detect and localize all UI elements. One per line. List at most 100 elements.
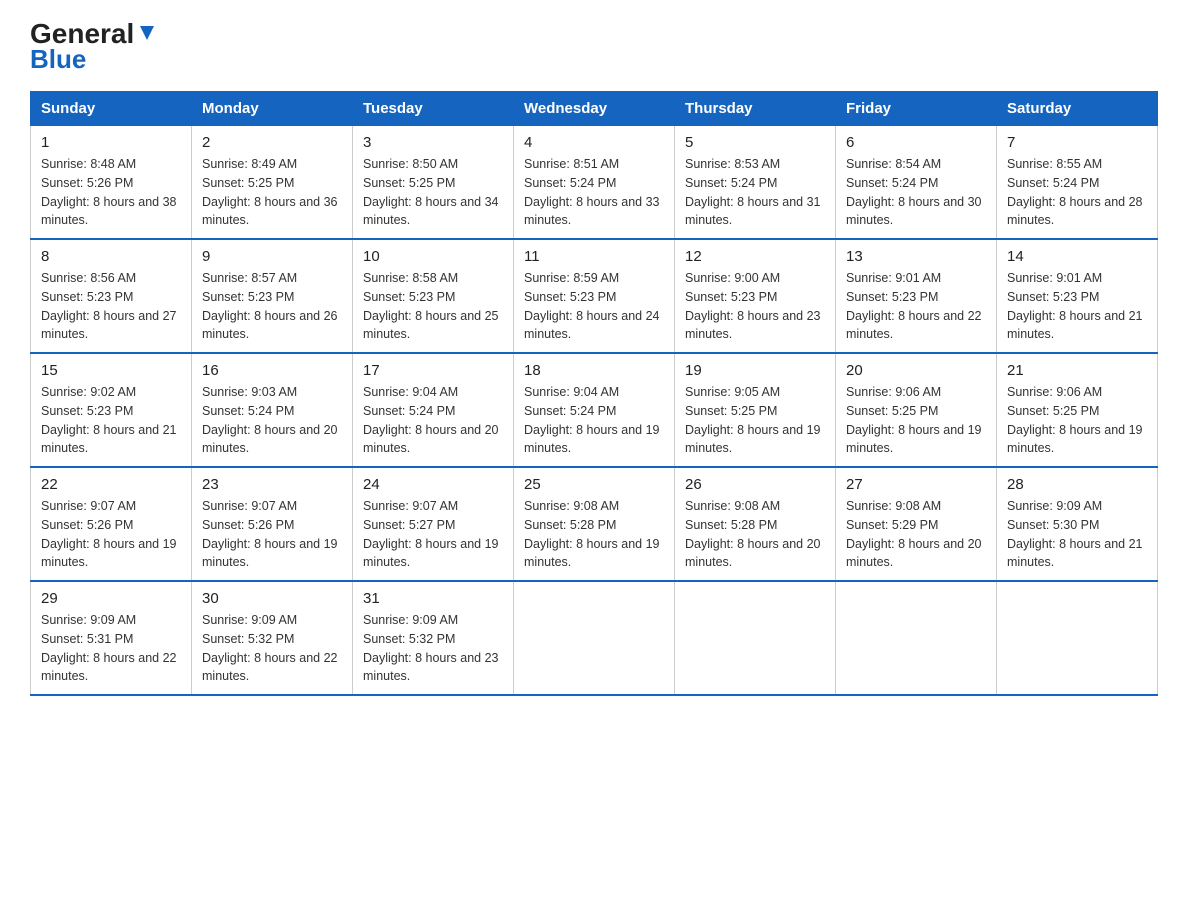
calendar-cell: 22 Sunrise: 9:07 AMSunset: 5:26 PMDayligh… xyxy=(31,467,192,581)
calendar-cell: 12 Sunrise: 9:00 AMSunset: 5:23 PMDayligh… xyxy=(675,239,836,353)
day-number: 28 xyxy=(1007,476,1147,493)
calendar-cell: 25 Sunrise: 9:08 AMSunset: 5:28 PMDayligh… xyxy=(514,467,675,581)
calendar-cell: 16Sunrise: 9:03 AMSunset: 5:24 PMDayligh… xyxy=(192,353,353,467)
day-info: Sunrise: 8:50 AMSunset: 5:25 PMDaylight:… xyxy=(363,155,503,230)
header-wednesday: Wednesday xyxy=(514,92,675,126)
calendar-cell: 23 Sunrise: 9:07 AMSunset: 5:26 PMDayligh… xyxy=(192,467,353,581)
calendar-cell: 19Sunrise: 9:05 AMSunset: 5:25 PMDayligh… xyxy=(675,353,836,467)
calendar-cell: 29 Sunrise: 9:09 AMSunset: 5:31 PMDayligh… xyxy=(31,581,192,695)
day-info: Sunrise: 8:56 AMSunset: 5:23 PMDaylight:… xyxy=(41,269,181,344)
day-info: Sunrise: 9:01 AMSunset: 5:23 PMDaylight:… xyxy=(846,269,986,344)
calendar-header-row: SundayMondayTuesdayWednesdayThursdayFrid… xyxy=(31,92,1158,126)
calendar-cell: 7 Sunrise: 8:55 AMSunset: 5:24 PMDaylight… xyxy=(997,126,1158,240)
day-number: 11 xyxy=(524,248,664,265)
day-number: 16 xyxy=(202,362,342,379)
day-number: 8 xyxy=(41,248,181,265)
calendar-cell: 26Sunrise: 9:08 AMSunset: 5:28 PMDayligh… xyxy=(675,467,836,581)
day-info: Sunrise: 9:04 AMSunset: 5:24 PMDaylight:… xyxy=(524,383,664,458)
day-info: Sunrise: 8:59 AMSunset: 5:23 PMDaylight:… xyxy=(524,269,664,344)
day-number: 25 xyxy=(524,476,664,493)
calendar-week-row: 29 Sunrise: 9:09 AMSunset: 5:31 PMDayligh… xyxy=(31,581,1158,695)
calendar-cell xyxy=(675,581,836,695)
calendar-cell: 15 Sunrise: 9:02 AMSunset: 5:23 PMDayligh… xyxy=(31,353,192,467)
day-info: Sunrise: 9:07 AMSunset: 5:26 PMDaylight:… xyxy=(41,497,181,572)
day-info: Sunrise: 9:06 AMSunset: 5:25 PMDaylight:… xyxy=(846,383,986,458)
calendar-cell: 24 Sunrise: 9:07 AMSunset: 5:27 PMDayligh… xyxy=(353,467,514,581)
day-info: Sunrise: 9:04 AMSunset: 5:24 PMDaylight:… xyxy=(363,383,503,458)
page-header: General Blue xyxy=(30,20,1158,75)
calendar-table: SundayMondayTuesdayWednesdayThursdayFrid… xyxy=(30,91,1158,696)
day-info: Sunrise: 8:55 AMSunset: 5:24 PMDaylight:… xyxy=(1007,155,1147,230)
day-number: 7 xyxy=(1007,134,1147,151)
calendar-cell: 20 Sunrise: 9:06 AMSunset: 5:25 PMDayligh… xyxy=(836,353,997,467)
header-tuesday: Tuesday xyxy=(353,92,514,126)
day-info: Sunrise: 9:08 AMSunset: 5:28 PMDaylight:… xyxy=(685,497,825,572)
calendar-cell: 17Sunrise: 9:04 AMSunset: 5:24 PMDayligh… xyxy=(353,353,514,467)
day-info: Sunrise: 8:58 AMSunset: 5:23 PMDaylight:… xyxy=(363,269,503,344)
day-info: Sunrise: 9:07 AMSunset: 5:26 PMDaylight:… xyxy=(202,497,342,572)
header-monday: Monday xyxy=(192,92,353,126)
calendar-cell: 21 Sunrise: 9:06 AMSunset: 5:25 PMDayligh… xyxy=(997,353,1158,467)
day-info: Sunrise: 8:53 AMSunset: 5:24 PMDaylight:… xyxy=(685,155,825,230)
calendar-cell: 31 Sunrise: 9:09 AMSunset: 5:32 PMDayligh… xyxy=(353,581,514,695)
day-number: 19 xyxy=(685,362,825,379)
day-number: 22 xyxy=(41,476,181,493)
calendar-cell: 28 Sunrise: 9:09 AMSunset: 5:30 PMDayligh… xyxy=(997,467,1158,581)
day-number: 1 xyxy=(41,134,181,151)
day-number: 29 xyxy=(41,590,181,607)
day-info: Sunrise: 9:08 AMSunset: 5:29 PMDaylight:… xyxy=(846,497,986,572)
calendar-cell xyxy=(836,581,997,695)
calendar-cell: 4Sunrise: 8:51 AMSunset: 5:24 PMDaylight… xyxy=(514,126,675,240)
day-number: 20 xyxy=(846,362,986,379)
day-number: 3 xyxy=(363,134,503,151)
calendar-cell: 30 Sunrise: 9:09 AMSunset: 5:32 PMDayligh… xyxy=(192,581,353,695)
calendar-cell: 5 Sunrise: 8:53 AMSunset: 5:24 PMDaylight… xyxy=(675,126,836,240)
day-number: 14 xyxy=(1007,248,1147,265)
logo-arrow-icon xyxy=(136,22,158,44)
calendar-week-row: 22 Sunrise: 9:07 AMSunset: 5:26 PMDayligh… xyxy=(31,467,1158,581)
day-number: 9 xyxy=(202,248,342,265)
calendar-cell: 9 Sunrise: 8:57 AMSunset: 5:23 PMDaylight… xyxy=(192,239,353,353)
day-info: Sunrise: 9:06 AMSunset: 5:25 PMDaylight:… xyxy=(1007,383,1147,458)
day-info: Sunrise: 9:00 AMSunset: 5:23 PMDaylight:… xyxy=(685,269,825,344)
day-number: 30 xyxy=(202,590,342,607)
logo-blue: Blue xyxy=(30,44,86,75)
logo: General Blue xyxy=(30,20,158,75)
day-number: 27 xyxy=(846,476,986,493)
calendar-week-row: 1 Sunrise: 8:48 AMSunset: 5:26 PMDaylight… xyxy=(31,126,1158,240)
day-info: Sunrise: 8:57 AMSunset: 5:23 PMDaylight:… xyxy=(202,269,342,344)
day-info: Sunrise: 9:09 AMSunset: 5:32 PMDaylight:… xyxy=(363,611,503,686)
day-number: 21 xyxy=(1007,362,1147,379)
day-info: Sunrise: 8:54 AMSunset: 5:24 PMDaylight:… xyxy=(846,155,986,230)
day-number: 10 xyxy=(363,248,503,265)
day-info: Sunrise: 9:09 AMSunset: 5:31 PMDaylight:… xyxy=(41,611,181,686)
day-info: Sunrise: 8:48 AMSunset: 5:26 PMDaylight:… xyxy=(41,155,181,230)
day-number: 24 xyxy=(363,476,503,493)
day-info: Sunrise: 8:49 AMSunset: 5:25 PMDaylight:… xyxy=(202,155,342,230)
calendar-cell: 8 Sunrise: 8:56 AMSunset: 5:23 PMDaylight… xyxy=(31,239,192,353)
calendar-cell: 10 Sunrise: 8:58 AMSunset: 5:23 PMDayligh… xyxy=(353,239,514,353)
day-info: Sunrise: 9:09 AMSunset: 5:30 PMDaylight:… xyxy=(1007,497,1147,572)
day-number: 6 xyxy=(846,134,986,151)
calendar-cell: 1 Sunrise: 8:48 AMSunset: 5:26 PMDaylight… xyxy=(31,126,192,240)
day-number: 5 xyxy=(685,134,825,151)
day-info: Sunrise: 9:02 AMSunset: 5:23 PMDaylight:… xyxy=(41,383,181,458)
day-info: Sunrise: 9:09 AMSunset: 5:32 PMDaylight:… xyxy=(202,611,342,686)
day-number: 23 xyxy=(202,476,342,493)
calendar-week-row: 8 Sunrise: 8:56 AMSunset: 5:23 PMDaylight… xyxy=(31,239,1158,353)
day-number: 31 xyxy=(363,590,503,607)
day-info: Sunrise: 9:07 AMSunset: 5:27 PMDaylight:… xyxy=(363,497,503,572)
calendar-cell: 27 Sunrise: 9:08 AMSunset: 5:29 PMDayligh… xyxy=(836,467,997,581)
header-friday: Friday xyxy=(836,92,997,126)
calendar-week-row: 15 Sunrise: 9:02 AMSunset: 5:23 PMDayligh… xyxy=(31,353,1158,467)
calendar-cell: 18Sunrise: 9:04 AMSunset: 5:24 PMDayligh… xyxy=(514,353,675,467)
header-thursday: Thursday xyxy=(675,92,836,126)
calendar-cell xyxy=(997,581,1158,695)
day-number: 15 xyxy=(41,362,181,379)
day-number: 12 xyxy=(685,248,825,265)
day-number: 4 xyxy=(524,134,664,151)
day-number: 13 xyxy=(846,248,986,265)
calendar-cell: 2Sunrise: 8:49 AMSunset: 5:25 PMDaylight… xyxy=(192,126,353,240)
day-info: Sunrise: 9:08 AMSunset: 5:28 PMDaylight:… xyxy=(524,497,664,572)
calendar-cell: 11 Sunrise: 8:59 AMSunset: 5:23 PMDayligh… xyxy=(514,239,675,353)
